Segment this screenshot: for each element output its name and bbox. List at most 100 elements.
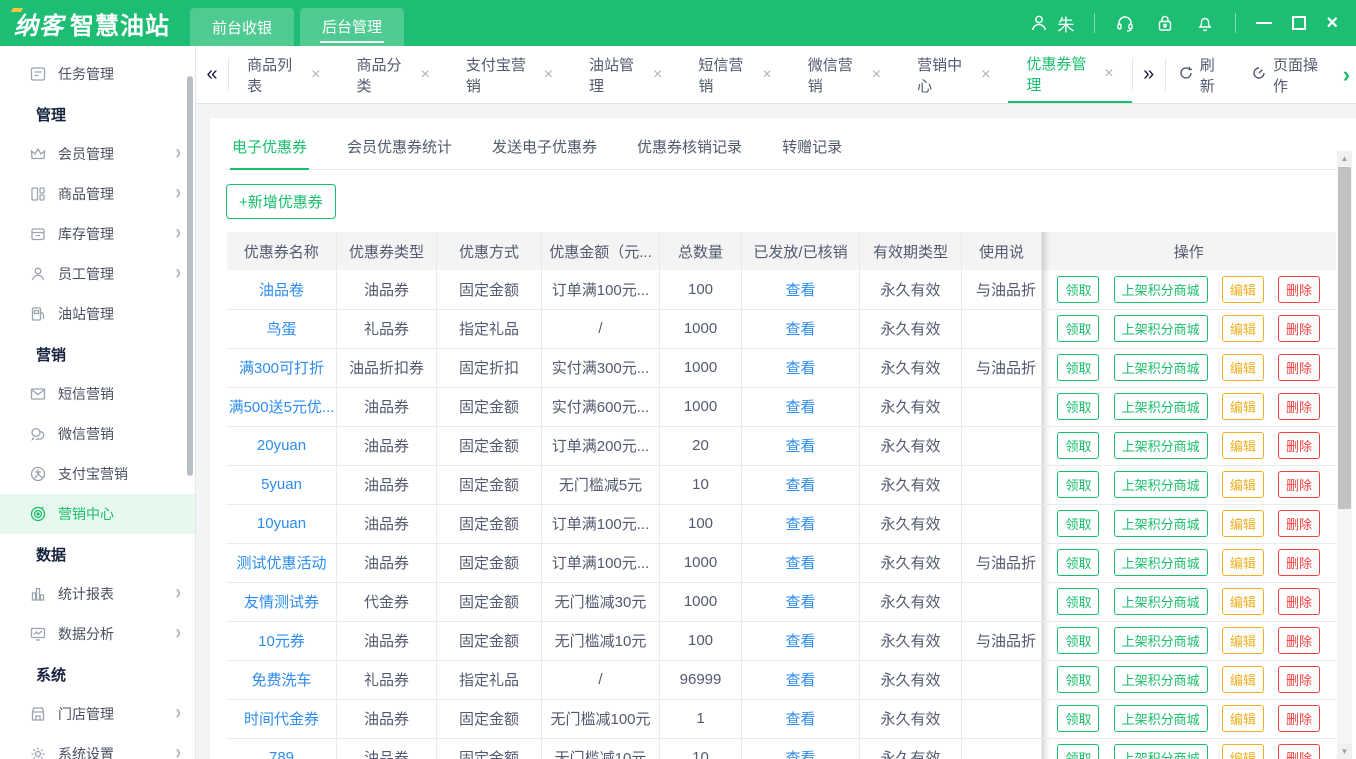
coupon-name-link[interactable]: 友情测试券 (227, 582, 337, 621)
view-issued-link[interactable]: 查看 (742, 738, 860, 759)
tabs-scroll-right-button[interactable]: » (1133, 46, 1165, 103)
sidebar-item-station[interactable]: 油站管理 (0, 294, 195, 334)
subtab-3[interactable]: 优惠券核销记录 (635, 132, 744, 169)
publish-to-points-mall-button[interactable]: 上架积分商城 (1114, 588, 1208, 615)
receive-button[interactable]: 领取 (1057, 471, 1099, 498)
sidebar-item-marketing-center[interactable]: 营销中心 (0, 494, 195, 534)
publish-to-points-mall-button[interactable]: 上架积分商城 (1114, 744, 1208, 759)
receive-button[interactable]: 领取 (1057, 705, 1099, 732)
receive-button[interactable]: 领取 (1057, 276, 1099, 303)
delete-button[interactable]: 删除 (1278, 510, 1320, 537)
sidebar-item-reports[interactable]: 统计报表 › (0, 574, 195, 614)
sidebar-item-settings[interactable]: 系统设置 › (0, 734, 195, 759)
edit-button[interactable]: 编辑 (1222, 432, 1264, 459)
add-coupon-button[interactable]: +新增优惠券 (226, 184, 336, 219)
header-nav-item-0[interactable]: 前台收银 (190, 8, 294, 46)
subtab-4[interactable]: 转赠记录 (780, 132, 844, 169)
view-issued-link[interactable]: 查看 (742, 582, 860, 621)
subtab-1[interactable]: 会员优惠券统计 (345, 132, 454, 169)
edit-button[interactable]: 编辑 (1222, 393, 1264, 420)
edit-button[interactable]: 编辑 (1222, 549, 1264, 576)
sidebar-item-analysis[interactable]: 数据分析 › (0, 614, 195, 654)
close-tab-icon[interactable]: × (981, 66, 990, 84)
receive-button[interactable]: 领取 (1057, 393, 1099, 420)
coupon-name-link[interactable]: 10元券 (227, 621, 337, 660)
coupon-name-link[interactable]: 789 (227, 738, 337, 759)
edit-button[interactable]: 编辑 (1222, 705, 1264, 732)
open-tab-5[interactable]: 微信营销 × (790, 46, 899, 103)
window-minimize-button[interactable] (1256, 22, 1272, 24)
scroll-down-icon[interactable]: ▼ (1337, 744, 1352, 759)
edit-button[interactable]: 编辑 (1222, 627, 1264, 654)
sidebar-item-goods[interactable]: 商品管理 › (0, 174, 195, 214)
subtab-0[interactable]: 电子优惠券 (230, 132, 309, 169)
open-tab-1[interactable]: 商品分类 × (339, 46, 448, 103)
close-tab-icon[interactable]: × (544, 66, 553, 84)
delete-button[interactable]: 删除 (1278, 315, 1320, 342)
delete-button[interactable]: 删除 (1278, 744, 1320, 759)
coupon-name-link[interactable]: 20yuan (227, 426, 337, 465)
refresh-button[interactable]: 刷新 (1166, 46, 1239, 103)
delete-button[interactable]: 删除 (1278, 276, 1320, 303)
publish-to-points-mall-button[interactable]: 上架积分商城 (1114, 393, 1208, 420)
sidebar-item-staff[interactable]: 员工管理 › (0, 254, 195, 294)
open-tab-3[interactable]: 油站管理 × (571, 46, 680, 103)
notification-bell-icon[interactable] (1195, 13, 1215, 33)
publish-to-points-mall-button[interactable]: 上架积分商城 (1114, 549, 1208, 576)
publish-to-points-mall-button[interactable]: 上架积分商城 (1114, 315, 1208, 342)
close-tab-icon[interactable]: × (311, 66, 320, 84)
close-tab-icon[interactable]: × (872, 66, 881, 84)
publish-to-points-mall-button[interactable]: 上架积分商城 (1114, 432, 1208, 459)
sidebar-item-sms-marketing[interactable]: 短信营销 (0, 374, 195, 414)
receive-button[interactable]: 领取 (1057, 432, 1099, 459)
close-tab-icon[interactable]: × (421, 66, 430, 84)
view-issued-link[interactable]: 查看 (742, 543, 860, 582)
user-menu[interactable]: 朱 (1029, 11, 1074, 36)
sidebar-scrollbar[interactable] (187, 76, 193, 476)
support-headset-icon[interactable] (1115, 13, 1135, 33)
publish-to-points-mall-button[interactable]: 上架积分商城 (1114, 510, 1208, 537)
receive-button[interactable]: 领取 (1057, 627, 1099, 654)
sidebar-item-tasks[interactable]: 任务管理 (0, 54, 195, 94)
edit-button[interactable]: 编辑 (1222, 510, 1264, 537)
page-actions-expand-icon[interactable]: › (1341, 46, 1356, 103)
publish-to-points-mall-button[interactable]: 上架积分商城 (1114, 627, 1208, 654)
coupon-name-link[interactable]: 满300可打折 (227, 348, 337, 387)
view-issued-link[interactable]: 查看 (742, 660, 860, 699)
delete-button[interactable]: 删除 (1278, 393, 1320, 420)
sidebar-item-inventory[interactable]: 库存管理 › (0, 214, 195, 254)
edit-button[interactable]: 编辑 (1222, 666, 1264, 693)
publish-to-points-mall-button[interactable]: 上架积分商城 (1114, 666, 1208, 693)
window-maximize-button[interactable] (1292, 16, 1306, 30)
view-issued-link[interactable]: 查看 (742, 309, 860, 348)
view-issued-link[interactable]: 查看 (742, 270, 860, 309)
scrollbar-thumb[interactable] (1338, 167, 1351, 509)
edit-button[interactable]: 编辑 (1222, 471, 1264, 498)
receive-button[interactable]: 领取 (1057, 510, 1099, 537)
delete-button[interactable]: 删除 (1278, 666, 1320, 693)
edit-button[interactable]: 编辑 (1222, 354, 1264, 381)
scroll-up-icon[interactable]: ▲ (1337, 151, 1352, 166)
coupon-name-link[interactable]: 测试优惠活动 (227, 543, 337, 582)
sidebar-item-stores[interactable]: 门店管理 › (0, 694, 195, 734)
publish-to-points-mall-button[interactable]: 上架积分商城 (1114, 705, 1208, 732)
sidebar-item-members[interactable]: 会员管理 › (0, 134, 195, 174)
view-issued-link[interactable]: 查看 (742, 426, 860, 465)
view-issued-link[interactable]: 查看 (742, 465, 860, 504)
open-tab-6[interactable]: 营销中心 × (899, 46, 1008, 103)
delete-button[interactable]: 删除 (1278, 705, 1320, 732)
edit-button[interactable]: 编辑 (1222, 744, 1264, 759)
coupon-name-link[interactable]: 油品卷 (227, 270, 337, 309)
edit-button[interactable]: 编辑 (1222, 276, 1264, 303)
coupon-name-link[interactable]: 5yuan (227, 465, 337, 504)
coupon-name-link[interactable]: 10yuan (227, 504, 337, 543)
tabs-scroll-left-button[interactable]: « (196, 46, 228, 103)
receive-button[interactable]: 领取 (1057, 315, 1099, 342)
edit-button[interactable]: 编辑 (1222, 315, 1264, 342)
publish-to-points-mall-button[interactable]: 上架积分商城 (1114, 354, 1208, 381)
coupon-name-link[interactable]: 时间代金券 (227, 699, 337, 738)
open-tab-0[interactable]: 商品列表 × (229, 46, 338, 103)
close-tab-icon[interactable]: × (653, 66, 662, 84)
receive-button[interactable]: 领取 (1057, 549, 1099, 576)
publish-to-points-mall-button[interactable]: 上架积分商城 (1114, 471, 1208, 498)
